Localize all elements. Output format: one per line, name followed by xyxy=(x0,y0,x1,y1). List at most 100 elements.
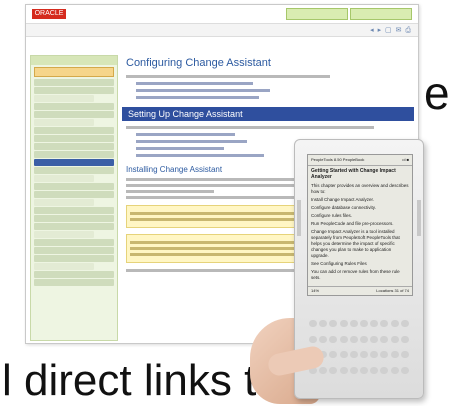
bullet-line[interactable] xyxy=(136,147,224,150)
kindle-paragraph: See Configuring Rules Files xyxy=(311,261,367,266)
kindle-chapter-title: Getting Started with Change Impact Analy… xyxy=(311,168,396,180)
doc-header: ORACLE xyxy=(26,5,418,24)
kindle-screen: PeopleTools 8.50 PeopleBook •ıl ■ Gettin… xyxy=(307,154,413,296)
key[interactable] xyxy=(400,351,409,358)
paragraph-line xyxy=(126,75,331,78)
sidebar-item[interactable] xyxy=(34,87,114,94)
key[interactable] xyxy=(359,335,368,343)
bullet-line[interactable] xyxy=(136,82,253,85)
sidebar-item[interactable] xyxy=(34,119,95,126)
key[interactable] xyxy=(329,320,338,327)
key[interactable] xyxy=(380,335,389,343)
page-turn-button-left[interactable] xyxy=(297,200,301,236)
sidebar-item[interactable] xyxy=(34,167,114,174)
key[interactable] xyxy=(349,320,358,327)
kindle-paragraph: Install Change Impact Analyzer. xyxy=(311,197,375,202)
key[interactable] xyxy=(309,320,317,327)
kindle-paragraph: Configure database connectivity. xyxy=(311,205,376,210)
sidebar-item[interactable] xyxy=(34,175,95,182)
key[interactable] xyxy=(370,320,379,327)
kindle-paragraph: This chapter provides an overview and de… xyxy=(311,183,409,194)
key[interactable] xyxy=(390,320,399,327)
sidebar-item[interactable] xyxy=(34,263,95,270)
kindle-paragraph: Run PeopleCode and file pre-processors. xyxy=(311,221,394,226)
sidebar-item[interactable] xyxy=(34,127,114,134)
key[interactable] xyxy=(370,351,379,358)
key[interactable] xyxy=(329,335,338,343)
bullet-line[interactable] xyxy=(136,133,236,136)
key[interactable] xyxy=(349,335,358,343)
key[interactable] xyxy=(349,366,358,374)
key[interactable] xyxy=(380,320,389,327)
section-heading: Setting Up Change Assistant xyxy=(122,107,414,121)
sidebar-item[interactable] xyxy=(34,151,114,158)
sidebar-item[interactable] xyxy=(34,215,114,222)
kindle-footer: 14% Locations 31 of 74 xyxy=(308,286,412,295)
slide-text-fragment: e xyxy=(424,67,450,119)
key[interactable] xyxy=(370,366,379,374)
key[interactable] xyxy=(349,351,358,358)
kindle-paragraph: Change Impact Analyzer is a tool install… xyxy=(311,229,400,258)
battery-icon: •ıl ■ xyxy=(402,157,409,162)
key[interactable] xyxy=(319,320,328,327)
key[interactable] xyxy=(400,366,409,374)
key[interactable] xyxy=(400,320,409,327)
sidebar-search[interactable] xyxy=(34,67,114,77)
key[interactable] xyxy=(339,351,348,358)
header-button-1[interactable] xyxy=(286,8,348,20)
sidebar-item[interactable] xyxy=(34,255,114,262)
kindle-paragraph: Configure rules files. xyxy=(311,213,353,218)
key[interactable] xyxy=(380,366,389,374)
bullet-line[interactable] xyxy=(136,96,259,99)
sidebar-item[interactable] xyxy=(34,279,114,286)
sidebar-item-selected[interactable] xyxy=(34,159,114,166)
sidebar-header xyxy=(31,56,117,65)
sidebar-item[interactable] xyxy=(34,239,114,246)
key[interactable] xyxy=(339,366,348,374)
paragraph-line xyxy=(126,126,375,129)
kindle-status-bar: PeopleTools 8.50 PeopleBook •ıl ■ xyxy=(308,155,412,166)
sidebar-item[interactable] xyxy=(34,271,114,278)
sidebar-item[interactable] xyxy=(34,223,114,230)
sidebar-item[interactable] xyxy=(34,135,114,142)
key[interactable] xyxy=(390,335,399,343)
note-line xyxy=(130,218,296,221)
key[interactable] xyxy=(339,335,348,343)
sidebar-item[interactable] xyxy=(34,199,95,206)
page-turn-button-right[interactable] xyxy=(417,200,421,236)
bullet-line[interactable] xyxy=(136,154,265,157)
key[interactable] xyxy=(319,366,328,374)
key[interactable] xyxy=(370,335,379,343)
sidebar-item[interactable] xyxy=(34,207,114,214)
toolbar-icons[interactable]: ◂ ▸ ▢ ✉ ⎙ xyxy=(370,26,412,35)
key[interactable] xyxy=(319,335,328,343)
key[interactable] xyxy=(400,335,409,343)
key[interactable] xyxy=(339,320,348,327)
key[interactable] xyxy=(329,351,338,358)
key[interactable] xyxy=(380,351,389,358)
progress-percent: 14% xyxy=(311,288,320,293)
key[interactable] xyxy=(309,335,317,343)
sidebar-item[interactable] xyxy=(34,231,95,238)
sidebar-item[interactable] xyxy=(34,79,114,86)
key[interactable] xyxy=(390,366,399,374)
sidebar-item[interactable] xyxy=(34,111,114,118)
key[interactable] xyxy=(359,351,368,358)
key[interactable] xyxy=(359,320,368,327)
sidebar-item[interactable] xyxy=(34,183,114,190)
kindle-book-title: PeopleTools 8.50 PeopleBook xyxy=(311,157,365,162)
sidebar-item[interactable] xyxy=(34,143,114,150)
paragraph-line xyxy=(126,190,214,193)
key[interactable] xyxy=(329,366,338,374)
sidebar-item[interactable] xyxy=(34,103,114,110)
sidebar-item[interactable] xyxy=(34,191,114,198)
bullet-line[interactable] xyxy=(136,140,247,143)
header-button-2[interactable] xyxy=(350,8,412,20)
page-title: Configuring Change Assistant xyxy=(126,57,271,69)
kindle-keyboard[interactable] xyxy=(309,320,409,380)
bullet-line[interactable] xyxy=(136,89,271,92)
key[interactable] xyxy=(359,366,368,374)
key[interactable] xyxy=(390,351,399,358)
sidebar-item[interactable] xyxy=(34,95,95,102)
sidebar-item[interactable] xyxy=(34,247,114,254)
